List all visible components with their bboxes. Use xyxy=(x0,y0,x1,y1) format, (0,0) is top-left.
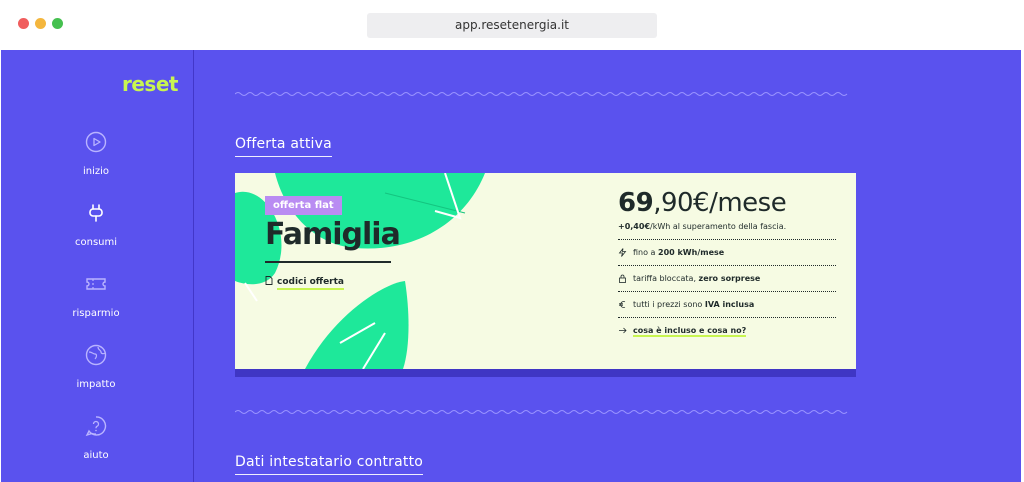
feature-text: fino a xyxy=(633,248,658,257)
wavy-divider xyxy=(235,92,848,96)
browser-window: app.resetenergia.it reset inizio consumi… xyxy=(0,0,1024,482)
feature-row: tariffa bloccata, zero sorprese xyxy=(618,265,836,290)
maximize-window-button[interactable] xyxy=(52,18,63,29)
feature-text: tutti i prezzi sono xyxy=(633,300,705,309)
codici-offerta-link[interactable]: codici offerta xyxy=(265,276,344,290)
extra-charge-note: +0,40€/kWh al superamento della fascia. xyxy=(618,222,786,231)
offer-name-underline xyxy=(265,261,391,263)
browser-toolbar: app.resetenergia.it xyxy=(0,0,1024,50)
extra-charge-amount: +0,40€ xyxy=(618,222,651,231)
feature-row: fino a 200 kWh/mese xyxy=(618,239,836,264)
euro-icon xyxy=(619,301,626,308)
section-title-dati: Dati intestatario contratto xyxy=(235,454,424,475)
feature-bold: zero sorprese xyxy=(698,274,761,283)
play-icon xyxy=(85,131,107,153)
feature-bold: IVA inclusa xyxy=(704,300,755,309)
codici-offerta-text: codici offerta xyxy=(277,277,344,290)
offer-card: offerta flat Famiglia codici offerta 69,… xyxy=(235,173,856,369)
price-rest: ,90€/mese xyxy=(653,188,787,218)
section-title-text: Offerta attiva xyxy=(235,136,332,152)
sidebar-item-label: aiuto xyxy=(83,450,109,461)
sidebar: reset inizio consumi risparmio impatto a… xyxy=(1,50,194,482)
reset-logo[interactable]: reset xyxy=(122,72,178,96)
minimize-window-button[interactable] xyxy=(35,18,46,29)
section-title-underline xyxy=(235,474,424,475)
sidebar-item-label: risparmio xyxy=(72,308,120,319)
arrow-right-icon xyxy=(619,327,627,334)
sidebar-item-label: inizio xyxy=(82,166,110,177)
offer-card-shadow xyxy=(235,369,856,377)
offer-badge: offerta flat xyxy=(265,196,342,215)
section-title-offerta: Offerta attiva xyxy=(235,136,332,157)
app-area: reset inizio consumi risparmio impatto a… xyxy=(1,50,1021,482)
included-link[interactable]: cosa è incluso e cosa no? xyxy=(633,326,747,337)
feature-row: tutti i prezzi sono IVA inclusa xyxy=(618,291,836,316)
sidebar-item-label: consumi xyxy=(74,237,118,248)
address-bar[interactable]: app.resetenergia.it xyxy=(367,13,657,38)
lock-icon xyxy=(619,274,626,283)
section-title-text: Dati intestatario contratto xyxy=(235,454,424,470)
feature-text: tariffa bloccata, xyxy=(633,274,699,283)
sidebar-item-consumi[interactable]: consumi xyxy=(46,202,146,249)
sidebar-item-label: impatto xyxy=(76,379,116,390)
globe-icon xyxy=(85,344,107,366)
ticket-icon xyxy=(86,278,106,290)
document-icon xyxy=(265,276,273,285)
plug-icon xyxy=(89,204,103,222)
price-integer: 69 xyxy=(618,188,654,218)
wavy-divider xyxy=(235,410,848,414)
sidebar-item-risparmio[interactable]: risparmio xyxy=(46,273,146,320)
section-title-underline xyxy=(235,156,332,157)
offer-name: Famiglia xyxy=(265,217,401,252)
sidebar-item-inizio[interactable]: inizio xyxy=(46,131,146,178)
included-link-row[interactable]: cosa è incluso e cosa no? xyxy=(618,317,836,342)
bolt-icon xyxy=(618,248,627,257)
sidebar-item-aiuto[interactable]: aiuto xyxy=(46,415,146,462)
offer-price: 69,90€/mese xyxy=(618,188,787,218)
close-window-button[interactable] xyxy=(18,18,29,29)
sidebar-item-impatto[interactable]: impatto xyxy=(46,344,146,391)
help-icon xyxy=(85,416,107,437)
extra-charge-text: /kWh al superamento della fascia. xyxy=(650,222,787,231)
feature-bold: 200 kWh/mese xyxy=(658,248,725,257)
